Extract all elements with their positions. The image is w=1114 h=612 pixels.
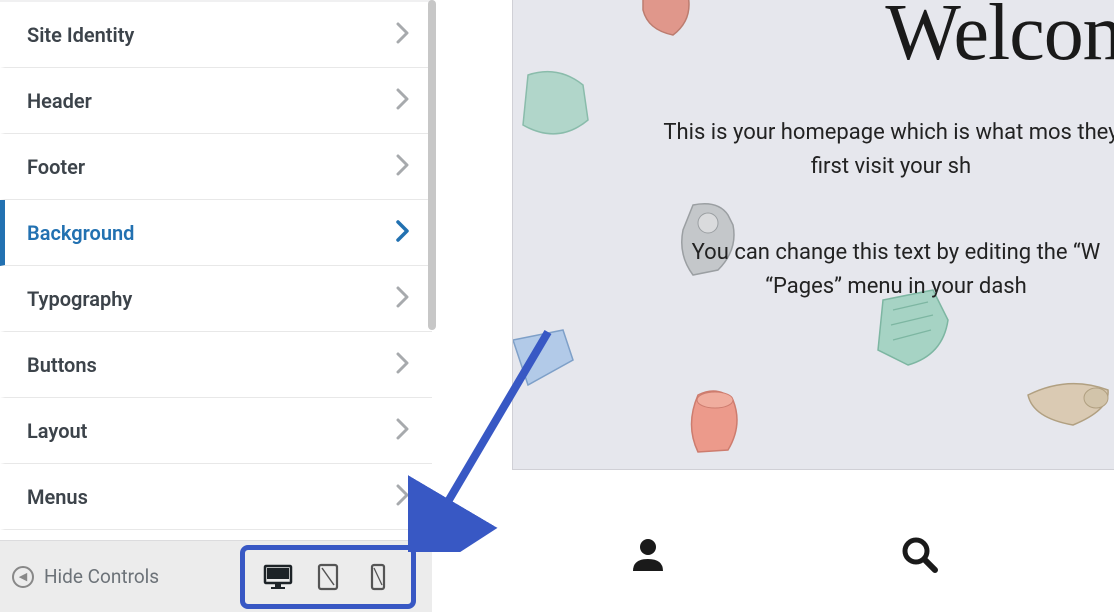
sidebar-item-header[interactable]: Header: [0, 68, 432, 134]
sidebar-item-layout[interactable]: Layout: [0, 398, 432, 464]
chevron-right-icon: [396, 22, 410, 48]
chevron-right-icon: [396, 352, 410, 378]
customizer-sections: Site Identity Header Footer Background T: [0, 2, 432, 540]
preview-footer-bar: [452, 500, 1114, 612]
sidebar-item-label: Typography: [27, 287, 132, 311]
clothing-illustration: [512, 60, 608, 160]
sidebar-item-label: Layout: [27, 419, 87, 443]
preview-content: Welcom This is your homepage which is wh…: [512, 0, 1114, 470]
desktop-icon: [263, 564, 293, 590]
hide-controls-label: Hide Controls: [44, 565, 159, 588]
desktop-device-button[interactable]: [263, 562, 293, 592]
chevron-right-icon: [396, 286, 410, 312]
sidebar-item-footer[interactable]: Footer: [0, 134, 432, 200]
sidebar-item-label: Header: [27, 89, 92, 113]
clothing-illustration: [633, 0, 703, 50]
page-title: Welcom: [885, 0, 1114, 79]
welcome-paragraph-1: This is your homepage which is what mos …: [658, 116, 1114, 184]
sidebar-item-site-identity[interactable]: Site Identity: [0, 2, 432, 68]
sidebar-item-typography[interactable]: Typography: [0, 266, 432, 332]
account-icon[interactable]: [627, 533, 669, 579]
chevron-right-icon: [396, 220, 410, 246]
chevron-right-icon: [396, 88, 410, 114]
scrollbar[interactable]: [428, 0, 436, 330]
tablet-icon: [317, 563, 339, 591]
sidebar-item-label: Site Identity: [27, 23, 134, 47]
customizer-footer: ◀ Hide Controls: [0, 540, 432, 612]
tablet-device-button[interactable]: [313, 562, 343, 592]
sidebar-item-menus[interactable]: Menus: [0, 464, 432, 530]
clothing-illustration: [1018, 370, 1114, 440]
sidebar-item-buttons[interactable]: Buttons: [0, 332, 432, 398]
chevron-right-icon: [396, 154, 410, 180]
clothing-illustration: [673, 380, 758, 465]
sidebar-item-label: Background: [27, 221, 134, 245]
responsive-device-toggle: [240, 545, 416, 609]
collapse-triangle-icon: ◀: [12, 566, 34, 588]
mobile-device-button[interactable]: [363, 562, 393, 592]
clothing-illustration: [512, 320, 583, 400]
customizer-sidebar: Site Identity Header Footer Background T: [0, 0, 432, 612]
welcome-paragraph-2: You can change this text by editing the …: [668, 236, 1114, 304]
sidebar-item-label: Menus: [27, 485, 88, 509]
sidebar-item-background[interactable]: Background: [0, 200, 432, 266]
sidebar-item-label: Buttons: [27, 353, 97, 377]
site-preview: Welcom This is your homepage which is wh…: [452, 0, 1114, 612]
chevron-right-icon: [396, 418, 410, 444]
chevron-right-icon: [396, 484, 410, 510]
hide-controls-button[interactable]: ◀ Hide Controls: [12, 565, 159, 588]
mobile-icon: [370, 563, 386, 591]
sidebar-item-label: Footer: [27, 155, 85, 179]
search-icon[interactable]: [898, 533, 940, 579]
